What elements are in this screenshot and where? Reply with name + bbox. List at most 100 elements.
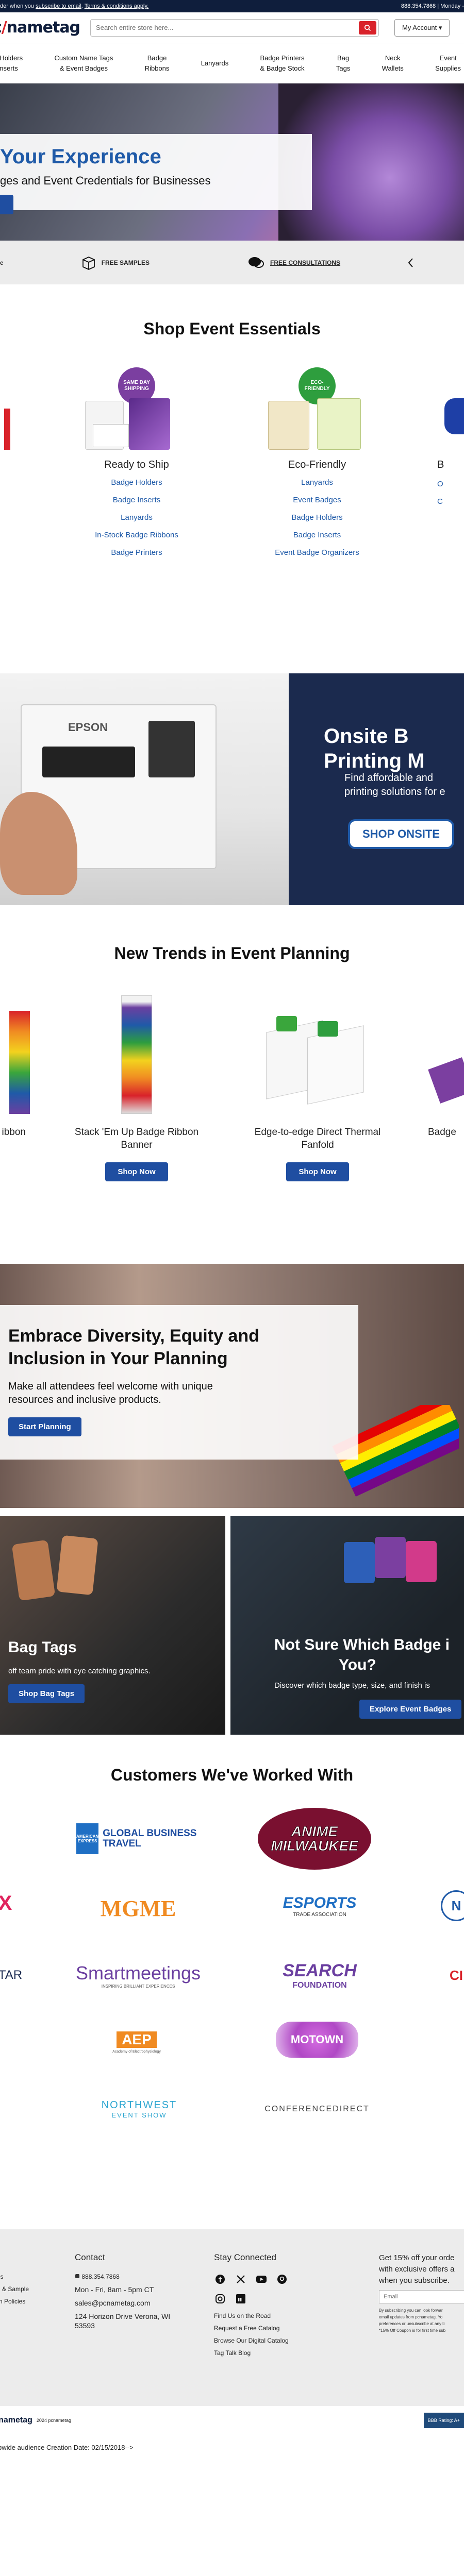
logo-subtext: TRADE ASSOCIATION [293,1911,346,1918]
x-twitter-icon[interactable] [235,2273,247,2285]
event-badges-banner[interactable]: Not Sure Which Badge i You? Discover whic… [230,1516,464,1735]
footer-link-tag-talk-blog[interactable]: Tag Talk Blog [214,2349,289,2357]
diversity-title-line2: Inclusion in Your Planning [8,1349,228,1369]
search-button[interactable] [359,21,377,35]
essentials-column-eco-friendly: ECO-FRIENDLY Eco-Friendly Lanyards Event… [250,367,384,566]
linkedin-icon[interactable] [235,2293,247,2305]
benefit-free-samples[interactable]: FREE SAMPLES [81,256,150,270]
onsite-subtitle: Find affordable and printing solutions fo… [344,771,445,799]
nav-event-supplies[interactable]: Event Supplies [435,53,461,73]
ready-to-ship-image[interactable]: SAME DAY SHIPPING [70,367,204,450]
hero-banner[interactable]: Your Experience ges and Event Credential… [0,83,464,241]
nav-badge-ribbons[interactable]: Badge Ribbons [145,53,170,73]
diversity-sub-line2: resources and inclusive products. [8,1394,161,1405]
nav-label-line1: Badge Printers [260,54,305,62]
nav-neck-wallets[interactable]: Neck Wallets [382,53,404,73]
bag-tags-banner[interactable]: Bag Tags off team pride with eye catchin… [0,1516,225,1735]
nav-label-line2: & Event Badges [59,64,108,72]
link-in-stock-badge-ribbons[interactable]: In-Stock Badge Ribbons [70,531,204,539]
logo-text: GLOBAL BUSINESS TRAVEL [103,1828,197,1849]
shop-now-button[interactable]: Shop Now [286,1162,349,1181]
offer-line2: with exclusive offers a [379,2264,455,2274]
diversity-banner[interactable]: Embrace Diversity, Equity and Inclusion i… [0,1264,464,1508]
account-dropdown[interactable]: My Account ▾ [394,19,450,37]
pinterest-icon[interactable] [276,2273,288,2285]
hero-cta-button[interactable] [0,195,13,214]
customer-logo-search-foundation: SEARCH FOUNDATION [273,1957,366,1993]
footer-link-free-catalog[interactable]: Request a Free Catalog [214,2325,289,2332]
logo-text-right: nametag [0,2416,32,2425]
shop-bag-tags-button[interactable]: Shop Bag Tags [8,1684,85,1703]
onsite-printing-banner[interactable]: EPSON Onsite B Printing M Find affordable… [0,673,464,905]
nav-lanyards[interactable]: Lanyards [201,58,228,69]
nav-custom-name-tags[interactable]: Custom Name Tags & Event Badges [54,53,113,73]
thermal-fanfold-image[interactable] [245,995,390,1119]
customer-logo-northwest-event-show: NORTHWEST EVENT SHOW [82,2091,196,2127]
link-badge-inserts[interactable]: Badge Inserts [250,531,384,539]
footer-link-find-us[interactable]: Find Us on the Road [214,2312,289,2319]
trend-title: Badge [428,1127,456,1138]
instagram-icon[interactable] [214,2293,226,2305]
link-event-badge-organizers[interactable]: Event Badge Organizers [250,548,384,557]
link-badge-inserts[interactable]: Badge Inserts [70,496,204,504]
onsite-sub-line2: printing solutions for e [344,786,445,798]
contact-phone-text: 888.354.7868 [81,2273,120,2280]
footer-logo[interactable]: pc/nametag [0,2416,32,2425]
benefit-free-consultations[interactable]: FREE CONSULTATIONS [247,256,340,270]
contact-email[interactable]: sales@pcnametag.com [75,2299,170,2307]
link-badge-printers[interactable]: Badge Printers [70,548,204,557]
subscribe-email-input[interactable] [379,2290,464,2304]
nav-bag-tags[interactable]: Bag Tags [336,53,350,73]
explore-event-badges-button[interactable]: Explore Event Badges [359,1700,462,1719]
link-partial[interactable]: C [437,497,464,506]
link-badge-holders[interactable]: Badge Holders [70,478,204,487]
link-event-badges[interactable]: Event Badges [250,496,384,504]
customer-logo-mgme: MGME [100,1895,176,1921]
link-partial[interactable]: O [437,480,464,488]
customer-logo-motown: MOTOWN [276,2022,358,2058]
search-icon [364,24,371,31]
search-input[interactable] [91,24,359,31]
nav-label-line2: Tags [336,64,351,72]
bbb-badge[interactable]: BBB Rating: A+ [423,2413,464,2428]
shop-onsite-button[interactable]: SHOP ONSITE [348,819,454,849]
nav-badge-holders[interactable]: dge Holders & Inserts [0,53,23,73]
essentials-title: Shop Event Essentials [143,319,321,338]
terms-link[interactable]: Terms & conditions apply. [85,3,149,9]
logo-subtext: FOUNDATION [292,1980,347,1990]
promo-phone[interactable]: 888.354.7868 | Monday - [401,3,464,9]
link-lanyards[interactable]: Lanyards [250,478,384,487]
trend-title: ibbon [2,1127,26,1138]
event-badges-subtitle: Discover which badge type, size, and fin… [274,1681,430,1690]
youtube-icon[interactable] [255,2273,268,2285]
offer-line3: when you subscribe. [379,2276,450,2285]
footer-link[interactable]: n & Sample [0,2285,29,2293]
start-planning-button[interactable]: Start Planning [8,1417,81,1436]
logo-text: AEP [117,2031,157,2048]
site-logo[interactable]: c/nametag [0,19,80,37]
customer-logo-partial: N [441,1890,464,1921]
link-lanyards[interactable]: Lanyards [70,513,204,522]
footer-link[interactable]: gs [0,2273,29,2280]
eco-friendly-image[interactable]: ECO-FRIENDLY [250,367,384,450]
shop-now-button[interactable]: Shop Now [105,1162,168,1181]
subscribe-fine-print: By subscribing you can look forwar email… [379,2308,464,2334]
trends-title: New Trends in Event Planning [114,944,350,962]
partial-icon [408,258,413,267]
contact-hours: Mon - Fri, 8am - 5pm CT [75,2285,154,2294]
subscribe-link[interactable]: subscribe to email [36,3,81,9]
nav-badge-printers[interactable]: Badge Printers & Badge Stock [260,53,305,73]
ribbon-banner-image[interactable] [64,995,209,1119]
event-badges-title: Not Sure Which Badge i You? [274,1635,450,1675]
dual-banners: Bag Tags off team pride with eye catchin… [0,1508,464,1735]
phone-icon [75,2274,79,2278]
logo-text: Smartmeetings [75,1962,201,1984]
footer-link[interactable]: rn Policies [0,2298,29,2305]
nav-label-line1: Bag [337,54,350,62]
link-badge-holders[interactable]: Badge Holders [250,513,384,522]
diversity-title-line1: Embrace Diversity, Equity and [8,1326,259,1346]
footer-link-digital-catalog[interactable]: Browse Our Digital Catalog [214,2337,289,2344]
contact-phone[interactable]: 888.354.7868 [75,2273,170,2280]
facebook-icon[interactable] [214,2273,226,2285]
trend-item-ribbon-banner: Stack 'Em Up Badge Ribbon Banner Shop No… [64,995,209,1181]
